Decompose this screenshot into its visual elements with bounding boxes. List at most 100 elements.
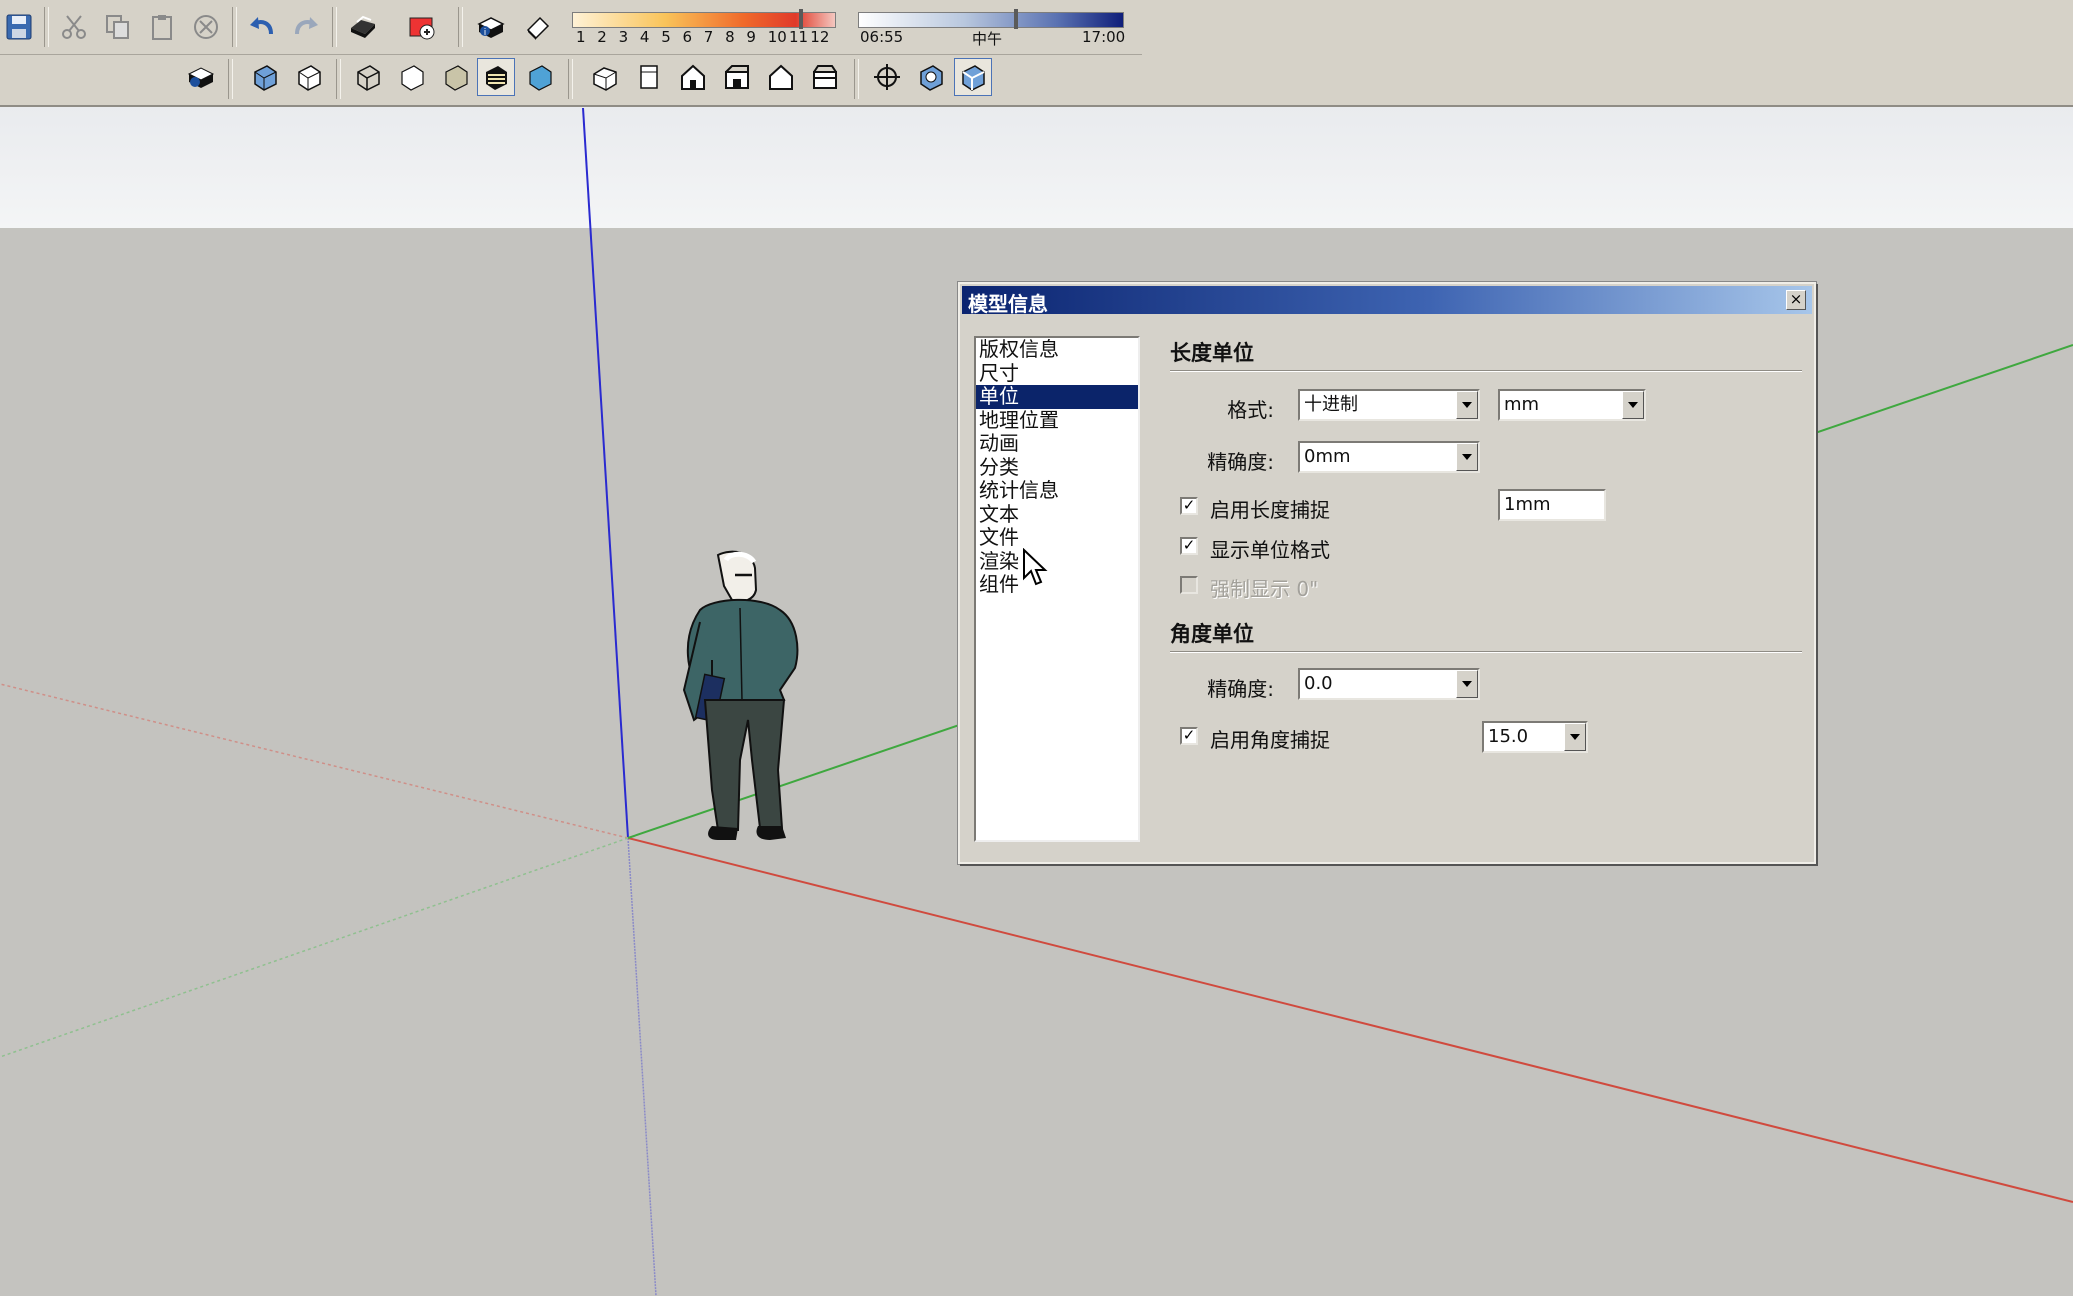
- chevron-down-icon[interactable]: [1456, 391, 1478, 419]
- chevron-down-icon[interactable]: [1456, 443, 1478, 471]
- copy-icon[interactable]: [99, 8, 137, 46]
- time-end-label: 17:00: [1082, 28, 1126, 46]
- back-edges-style-icon[interactable]: [290, 58, 328, 96]
- angle-precision-label: 精确度:: [1207, 677, 1274, 701]
- iso-view-icon[interactable]: [586, 58, 624, 96]
- chevron-down-icon[interactable]: [1456, 670, 1478, 698]
- angle-precision-dropdown[interactable]: 0.0: [1298, 668, 1480, 700]
- unit-dropdown[interactable]: mm: [1498, 389, 1646, 421]
- eraser-tool-icon[interactable]: [518, 8, 556, 46]
- angle-snap-label: 启用角度捕捉: [1210, 728, 1330, 752]
- month-tick-label: 2: [597, 28, 607, 46]
- force-display-zero-label: 强制显示 0": [1210, 577, 1319, 601]
- back-view-icon[interactable]: [762, 58, 800, 96]
- section-divider: [1170, 651, 1802, 653]
- time-thumb[interactable]: [1014, 9, 1018, 29]
- format-value: 十进制: [1304, 394, 1358, 415]
- length-snap-value: 1mm: [1504, 494, 1551, 515]
- cut-icon[interactable]: [55, 8, 93, 46]
- nav-item[interactable]: 文本: [976, 502, 1138, 527]
- display-unit-format-label: 显示单位格式: [1210, 538, 1330, 562]
- nav-item[interactable]: 地理位置: [976, 408, 1138, 433]
- length-precision-value: 0mm: [1304, 446, 1351, 467]
- report-icon[interactable]: [403, 8, 441, 46]
- nav-item[interactable]: 尺寸: [976, 361, 1138, 386]
- monochrome-style-icon[interactable]: [521, 58, 559, 96]
- month-tick-label: 9: [746, 28, 756, 46]
- walk-icon[interactable]: [912, 58, 950, 96]
- left-view-icon[interactable]: [806, 58, 844, 96]
- format-label: 格式:: [1227, 398, 1274, 422]
- dialog-title: 模型信息: [968, 292, 1048, 316]
- angle-snap-dropdown[interactable]: 15.0: [1482, 721, 1588, 753]
- nav-item[interactable]: 动画: [976, 432, 1138, 456]
- svg-text:i: i: [484, 28, 487, 38]
- shadow-month-slider[interactable]: 1 2 3 4 5 6 7 8 9 10 11 12: [572, 9, 837, 54]
- print-icon[interactable]: [343, 8, 381, 46]
- save-icon[interactable]: [0, 8, 38, 46]
- length-snap-checkbox[interactable]: ✓: [1180, 497, 1198, 515]
- month-tick-label: 4: [639, 28, 650, 46]
- look-around-icon[interactable]: [954, 58, 992, 96]
- nav-item[interactable]: 分类: [976, 455, 1138, 480]
- angle-units-heading: 角度单位: [1170, 622, 1254, 646]
- angle-snap-value: 15.0: [1488, 726, 1529, 747]
- chevron-down-icon[interactable]: [1564, 723, 1586, 751]
- position-camera-icon[interactable]: [868, 58, 906, 96]
- category-list[interactable]: 版权信息 尺寸 单位 地理位置 动画 分类 统计信息 文本 文件 渲染 组件: [974, 336, 1140, 842]
- length-snap-input[interactable]: 1mm: [1498, 489, 1606, 521]
- xray-style-icon[interactable]: [246, 58, 284, 96]
- month-tick-label: 6: [682, 28, 693, 46]
- toolbar-row-1: i 1 2 3 4 5 6 7 8 9 10 11 12 06:55 中午 17:00: [0, 0, 1142, 55]
- nav-item[interactable]: 组件: [976, 573, 1138, 597]
- time-mid-label: 中午: [972, 30, 1003, 48]
- erase-icon[interactable]: [187, 8, 225, 46]
- paste-icon[interactable]: [143, 8, 181, 46]
- mouse-cursor-icon: [1023, 548, 1048, 586]
- month-tick-label: 10: [767, 28, 787, 46]
- front-view-icon[interactable]: [674, 58, 712, 96]
- dialog-title-bar[interactable]: 模型信息 ×: [962, 286, 1812, 316]
- model-info-icon[interactable]: i: [472, 8, 510, 46]
- length-units-heading: 长度单位: [1170, 341, 1254, 365]
- hidden-line-style-icon[interactable]: [393, 58, 431, 96]
- month-tick-label: 11: [789, 28, 809, 46]
- sky: [0, 107, 2073, 228]
- toolbar-area: i 123456789101112 06:55 中午 17:00 r0: [0, 0, 2073, 148]
- length-snap-label: 启用长度捕捉: [1210, 498, 1330, 522]
- month-tick-label: 8: [725, 28, 735, 46]
- wireframe-style-icon[interactable]: [349, 58, 387, 96]
- right-view-icon[interactable]: [718, 58, 756, 96]
- model-info-dialog: 模型信息 × 版权信息 尺寸 单位 地理位置 动画 分类 统计信息 文本 文件 渲染 组件 长度单位…: [958, 282, 1816, 864]
- force-display-zero-checkbox: [1180, 576, 1198, 594]
- nav-item[interactable]: 单位: [976, 385, 1138, 409]
- month-tick-label: 12: [810, 28, 830, 46]
- chevron-down-icon[interactable]: [1622, 391, 1644, 419]
- angle-precision-value: 0.0: [1304, 673, 1333, 694]
- month-tick-label: 1: [576, 28, 586, 46]
- month-tick-label: 3: [618, 28, 629, 46]
- length-precision-label: 精确度:: [1207, 450, 1274, 474]
- shadow-time-slider[interactable]: 06:55 中午 17:00: [858, 9, 1128, 54]
- format-dropdown[interactable]: 十进制: [1298, 389, 1480, 421]
- undo-icon[interactable]: [243, 8, 281, 46]
- redo-icon[interactable]: [287, 8, 325, 46]
- close-icon[interactable]: ×: [1786, 290, 1806, 310]
- unit-value: mm: [1504, 394, 1540, 415]
- nav-item[interactable]: 版权信息: [976, 338, 1138, 362]
- angle-snap-checkbox[interactable]: ✓: [1180, 727, 1198, 745]
- month-tick-label: 5: [661, 28, 671, 46]
- layer-manager-icon[interactable]: [181, 58, 219, 96]
- section-divider: [1170, 370, 1802, 372]
- top-view-icon[interactable]: [630, 58, 668, 96]
- time-start-label: 06:55: [860, 28, 904, 46]
- display-unit-format-checkbox[interactable]: ✓: [1180, 537, 1198, 555]
- month-tick-label: 7: [703, 28, 714, 46]
- shaded-style-icon[interactable]: [437, 58, 475, 96]
- month-thumb[interactable]: [799, 9, 803, 29]
- length-precision-dropdown[interactable]: 0mm: [1298, 441, 1480, 473]
- shaded-textures-style-icon[interactable]: [477, 58, 515, 96]
- nav-item[interactable]: 渲染: [976, 549, 1138, 574]
- nav-item[interactable]: 统计信息: [976, 479, 1138, 503]
- nav-item[interactable]: 文件: [976, 526, 1138, 550]
